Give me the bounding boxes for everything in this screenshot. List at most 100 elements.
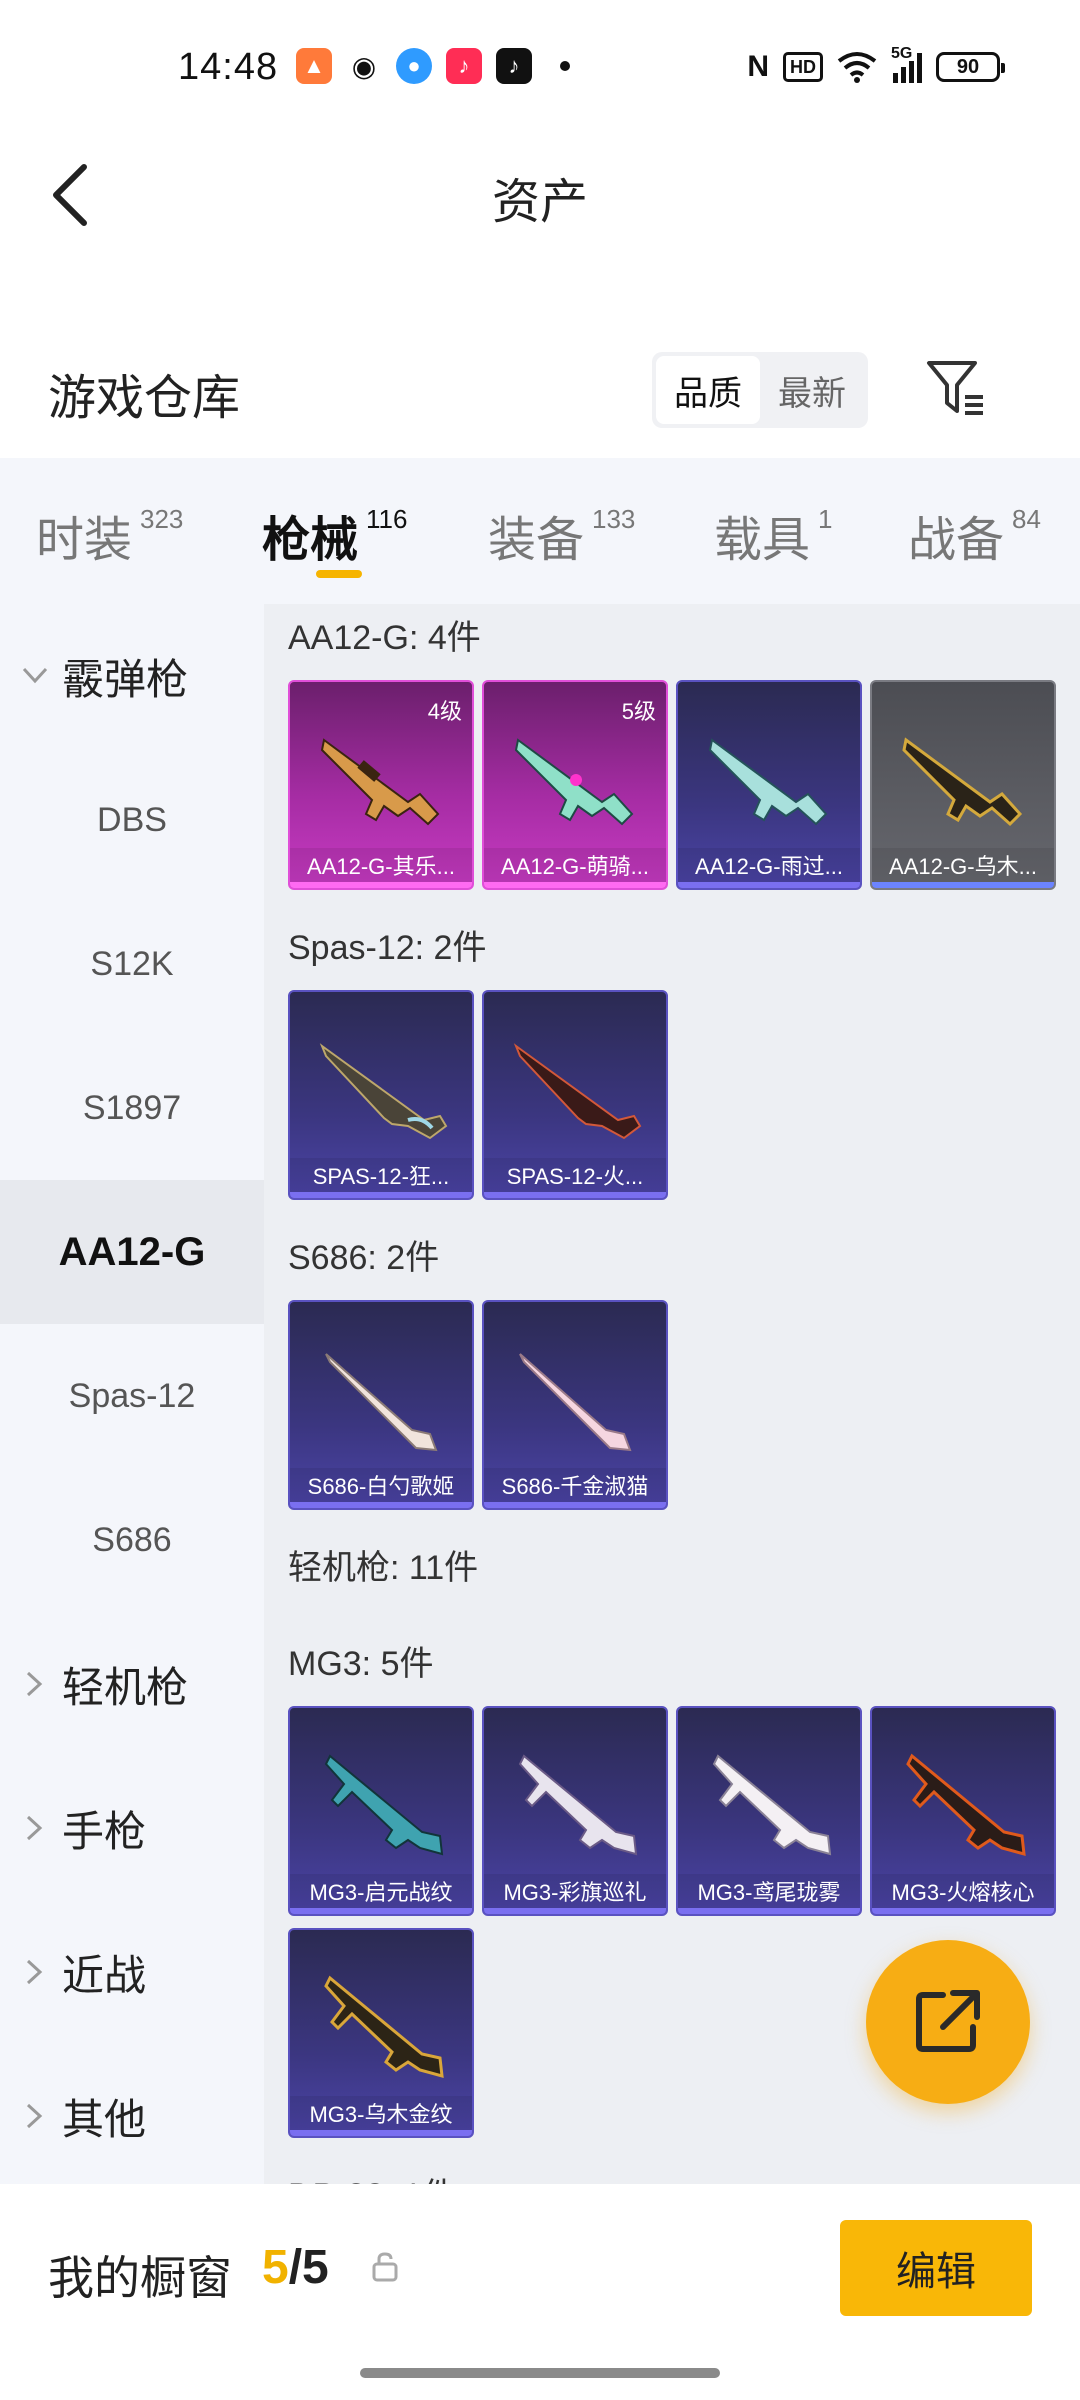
weapon-card[interactable]: SPAS-12-火... <box>482 990 668 1200</box>
warehouse-title: 游戏仓库 <box>48 372 241 425</box>
sort-by-quality[interactable]: 品质 <box>656 356 760 424</box>
section-title-s686: S686: 2件 <box>288 1239 440 1277</box>
weapon-card[interactable]: MG3-启元战纹 <box>288 1706 474 1916</box>
weapon-card[interactable]: AA12-G-乌木... <box>870 680 1056 890</box>
sidebar-item-dbs[interactable]: DBS <box>0 748 264 892</box>
tab-fashion[interactable]: 时装 323 <box>36 500 183 570</box>
status-app-icons: ▲ ◉ ● ♪ ♪ <box>296 48 570 84</box>
weapon-card[interactable]: S686-千金淑猫 <box>482 1300 668 1510</box>
signal-icon: 5G <box>891 45 922 83</box>
chevron-right-icon <box>20 1813 50 1843</box>
machine-gun-skin-image <box>324 1975 444 2079</box>
tab-label: 装备 <box>488 514 585 567</box>
tab-guns[interactable]: 枪械 116 <box>262 500 407 570</box>
sidebar-group-label: 近战 <box>62 1951 147 1999</box>
weapon-card-name: MG3-启元战纹 <box>290 1874 472 1914</box>
weapon-card-name: AA12-G-其乐... <box>290 848 472 888</box>
weapon-card-name: S686-白勺歌姬 <box>290 1468 472 1508</box>
active-tab-indicator <box>316 570 362 578</box>
sort-toggle: 品质 最新 <box>652 352 868 428</box>
tab-count: 116 <box>366 504 408 534</box>
section-title-mg3: MG3: 5件 <box>288 1645 434 1683</box>
tab-count: 84 <box>1012 504 1041 534</box>
section-title-lmg: 轻机枪: 11件 <box>288 1549 479 1587</box>
sidebar-group-shotgun[interactable]: 霰弹枪 <box>0 604 264 748</box>
weapon-card[interactable]: MG3-火熔核心 <box>870 1706 1056 1916</box>
status-time: 14:48 <box>178 46 279 88</box>
sidebar-group-lmg[interactable]: 轻机枪 <box>0 1612 264 1756</box>
filter-icon <box>927 361 983 415</box>
showcase-count-current: 5 <box>262 2241 289 2294</box>
share-button[interactable] <box>866 1940 1030 2104</box>
sidebar-group-label: 轻机枪 <box>62 1663 189 1711</box>
weapon-card-name: MG3-乌木金纹 <box>290 2096 472 2136</box>
tab-equipment[interactable]: 装备 133 <box>488 500 635 570</box>
shotgun-skin-image <box>708 738 828 826</box>
battery-icon: 90 <box>936 52 1005 82</box>
tab-label: 枪械 <box>262 514 359 567</box>
weapon-card[interactable]: AA12-G-雨过... <box>676 680 862 890</box>
chevron-right-icon <box>20 2101 50 2131</box>
share-icon <box>916 1990 980 2052</box>
weapon-card-name: S686-千金淑猫 <box>484 1468 666 1508</box>
category-tabs: 时装 323 枪械 116 装备 133 载具 1 战备 84 <box>0 458 1080 604</box>
shotgun-skin-image <box>902 737 1023 827</box>
weapon-sidebar: 霰弹枪 DBS S12K S1897 AA12-G Spas-12 S686 轻… <box>0 604 264 2184</box>
home-indicator[interactable] <box>360 2368 720 2378</box>
sidebar-item-s1897[interactable]: S1897 <box>0 1036 264 1180</box>
tab-label: 战备 <box>908 514 1005 567</box>
weapon-card[interactable]: MG3-鸢尾珑雾 <box>676 1706 862 1916</box>
chevron-right-icon <box>20 1669 50 1699</box>
status-system-icons: N HD 5G 90 <box>747 45 1005 84</box>
lock-icon <box>372 2252 398 2282</box>
sidebar-group-pistol[interactable]: 手枪 <box>0 1756 264 1900</box>
weapon-card-name: SPAS-12-火... <box>484 1158 666 1198</box>
sidebar-group-label: 手枪 <box>62 1807 147 1855</box>
weapon-card[interactable]: S686-白勺歌姬 <box>288 1300 474 1510</box>
weapon-card[interactable]: 5级 AA12-G-萌骑... <box>482 680 668 890</box>
sidebar-item-s12k[interactable]: S12K <box>0 892 264 1036</box>
network-type-label: 5G <box>891 45 913 62</box>
showcase-bar: 我的橱窗 5/5 编辑 <box>0 2184 1080 2400</box>
sidebar-group-other[interactable]: 其他 <box>0 2044 264 2188</box>
showcase-title: 我的橱窗 <box>48 2252 232 2304</box>
music-icon: ♪ <box>446 48 482 84</box>
weapon-card-name: AA12-G-乌木... <box>872 848 1054 888</box>
shotgun-skin-image <box>513 1043 642 1140</box>
wechat-icon: ◉ <box>346 48 382 84</box>
tab-supplies[interactable]: 战备 84 <box>908 500 1041 570</box>
weapon-card[interactable]: 4级 AA12-G-其乐... <box>288 680 474 890</box>
sort-by-newest[interactable]: 最新 <box>760 356 864 424</box>
weapon-card-name: AA12-G-萌骑... <box>484 848 666 888</box>
edit-button[interactable]: 编辑 <box>840 2220 1032 2316</box>
weapon-card-name: MG3-彩旗巡礼 <box>484 1874 666 1914</box>
shotgun-skin-image <box>320 738 440 826</box>
warehouse-bar: 游戏仓库 品质 最新 <box>0 330 1080 450</box>
sidebar-item-s686[interactable]: S686 <box>0 1468 264 1612</box>
shotgun-skin-image <box>514 738 634 826</box>
app-blue-icon: ● <box>396 48 432 84</box>
chevron-right-icon <box>20 1957 50 1987</box>
sidebar-group-label: 其他 <box>62 2095 147 2143</box>
filter-button[interactable] <box>918 350 994 426</box>
section-title-next: DP-28: 1件 <box>288 2168 456 2184</box>
weapon-card[interactable]: MG3-彩旗巡礼 <box>482 1706 668 1916</box>
shotgun-skin-image <box>519 1353 632 1452</box>
showcase-count-total: /5 <box>288 2241 329 2294</box>
nfc-icon: N <box>747 50 769 83</box>
weapon-card[interactable]: SPAS-12-狂... <box>288 990 474 1200</box>
sidebar-item-spas12[interactable]: Spas-12 <box>0 1324 264 1468</box>
sidebar-group-label: 霰弹枪 <box>62 655 189 703</box>
shotgun-skin-image <box>319 1043 448 1140</box>
sidebar-group-melee[interactable]: 近战 <box>0 1900 264 2044</box>
hd-icon: HD <box>783 52 823 82</box>
more-notifications-dot <box>560 61 570 71</box>
tab-label: 时装 <box>36 514 133 567</box>
tab-vehicles[interactable]: 载具 1 <box>714 500 832 570</box>
weapon-card-name: SPAS-12-狂... <box>290 1158 472 1198</box>
section-title-spas12: Spas-12: 2件 <box>288 929 487 967</box>
sidebar-item-aa12g[interactable]: AA12-G <box>0 1180 264 1324</box>
wifi-icon <box>837 52 877 83</box>
weapon-card[interactable]: MG3-乌木金纹 <box>288 1928 474 2138</box>
chevron-down-icon <box>20 661 50 691</box>
